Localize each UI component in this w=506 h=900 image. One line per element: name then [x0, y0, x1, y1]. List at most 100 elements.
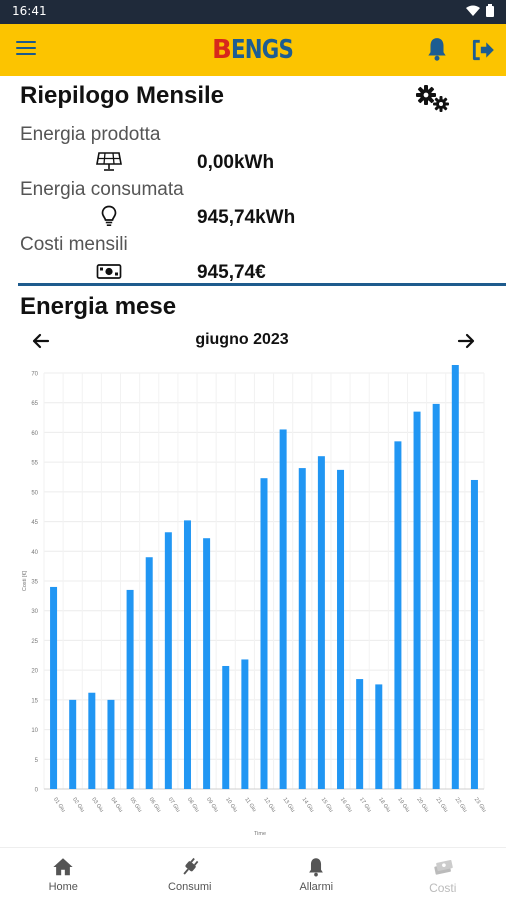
y-tick-label: 55: [31, 461, 38, 467]
wifi-icon: [466, 5, 480, 16]
plug-icon: [183, 857, 199, 875]
energy-bar-chart: 0 5 10 15 20 25 30 35 40 45 50 55 60 65 70 01 Giu 02 Giu…: [22, 365, 487, 837]
summary-title: Riepilogo Mensile: [20, 82, 225, 109]
status-bar: 16:41: [0, 0, 506, 24]
y-tick-label: 20: [31, 669, 38, 675]
bar: [203, 538, 211, 789]
bar: [432, 403, 440, 789]
nav-home[interactable]: Home: [0, 848, 127, 900]
bar: [164, 532, 172, 789]
nav-home-label: Home: [48, 881, 78, 893]
bar: [126, 589, 134, 789]
x-tick-label: 13 Giu: [281, 797, 295, 814]
x-tick-label: 19 Giu: [396, 797, 410, 814]
y-tick-label: 0: [35, 788, 39, 794]
x-tick-label: 04 Giu: [109, 797, 123, 814]
bar: [88, 692, 96, 789]
nav-consumi[interactable]: Consumi: [127, 848, 254, 900]
bar: [145, 557, 153, 789]
nav-allarmi-label: Allarmi: [299, 881, 334, 893]
y-tick-label: 10: [31, 728, 38, 734]
menu-icon[interactable]: [16, 40, 36, 56]
bar: [222, 665, 230, 789]
x-tick-label: 08 Giu: [186, 797, 200, 814]
x-tick-label: 22 Giu: [454, 797, 468, 814]
x-tick-label: 03 Giu: [90, 797, 104, 814]
metric-value-costs: 945,74€: [197, 262, 266, 283]
metric-label-costs: Costi mensili: [20, 234, 128, 255]
y-tick-label: 60: [31, 431, 38, 437]
energy-title: Energia mese: [20, 293, 177, 320]
logout-icon[interactable]: [470, 37, 496, 63]
x-tick-label: 10 Giu: [224, 797, 238, 814]
bottom-navigation: Home Consumi Allarmi Costi: [0, 847, 506, 900]
banknote-icon: [96, 264, 122, 279]
x-tick-label: 02 Giu: [71, 797, 85, 814]
section-divider: [18, 283, 506, 286]
x-tick-label: 12 Giu: [262, 797, 276, 814]
bar: [298, 468, 306, 789]
solar-panel-icon: [96, 152, 122, 171]
bar: [69, 699, 77, 789]
y-axis-title: Costi [€]: [22, 570, 28, 591]
app-logo: B ENGS: [212, 35, 294, 65]
y-tick-label: 30: [31, 609, 38, 615]
bar: [279, 429, 287, 789]
bar: [413, 411, 421, 789]
x-tick-label: 09 Giu: [205, 797, 219, 814]
bar: [451, 365, 459, 789]
bar: [241, 659, 249, 789]
y-tick-label: 70: [31, 372, 38, 378]
y-tick-label: 65: [31, 401, 38, 407]
x-tick-label: 06 Giu: [148, 797, 162, 814]
nav-consumi-label: Consumi: [168, 881, 212, 893]
lightbulb-icon: [101, 205, 117, 227]
y-tick-label: 45: [31, 520, 38, 526]
x-tick-label: 18 Giu: [377, 797, 391, 814]
money-icon: [434, 860, 453, 875]
x-tick-label: 20 Giu: [415, 797, 429, 814]
x-tick-label: 01 Giu: [52, 797, 66, 814]
nav-allarmi[interactable]: Allarmi: [253, 848, 380, 900]
nav-costi[interactable]: Costi: [380, 848, 506, 900]
metric-label-consumed: Energia consumata: [20, 179, 184, 200]
x-axis-title: Time: [254, 831, 266, 837]
x-tick-label: 15 Giu: [320, 797, 334, 814]
bar: [394, 441, 402, 789]
x-tick-label: 14 Giu: [301, 797, 315, 814]
bar: [317, 456, 325, 789]
status-time: 16:41: [12, 4, 47, 18]
arrow-right-icon[interactable]: [455, 330, 477, 352]
bar: [356, 679, 364, 789]
x-tick-label: 23 Giu: [473, 797, 487, 814]
bar: [470, 479, 478, 789]
x-tick-label: 21 Giu: [435, 797, 449, 814]
nav-costi-label: Costi: [429, 881, 457, 895]
bar: [50, 586, 58, 789]
y-tick-label: 5: [35, 758, 39, 764]
x-tick-label: 17 Giu: [358, 797, 372, 814]
month-label: giugno 2023: [195, 331, 289, 348]
bar: [260, 478, 268, 789]
x-tick-label: 11 Giu: [243, 797, 257, 813]
bar: [183, 520, 191, 789]
metric-label-produced: Energia prodotta: [20, 124, 161, 145]
x-tick-label: 16 Giu: [339, 797, 353, 814]
x-tick-label: 07 Giu: [167, 797, 181, 814]
battery-icon: [486, 4, 494, 17]
bell-icon: [309, 858, 324, 877]
app-bar: B ENGS: [0, 24, 506, 76]
settings-icon[interactable]: [414, 84, 452, 114]
home-icon: [53, 858, 73, 876]
y-tick-label: 40: [31, 550, 38, 556]
bell-icon[interactable]: [424, 36, 450, 62]
bar: [337, 469, 345, 789]
y-tick-label: 15: [31, 698, 38, 704]
x-tick-label: 05 Giu: [128, 797, 142, 814]
metric-value-consumed: 945,74kWh: [197, 207, 296, 228]
y-tick-label: 35: [31, 580, 38, 586]
metric-value-produced: 0,00kWh: [197, 152, 275, 173]
bar: [375, 684, 383, 789]
y-tick-label: 50: [31, 490, 38, 496]
bar: [107, 699, 115, 789]
